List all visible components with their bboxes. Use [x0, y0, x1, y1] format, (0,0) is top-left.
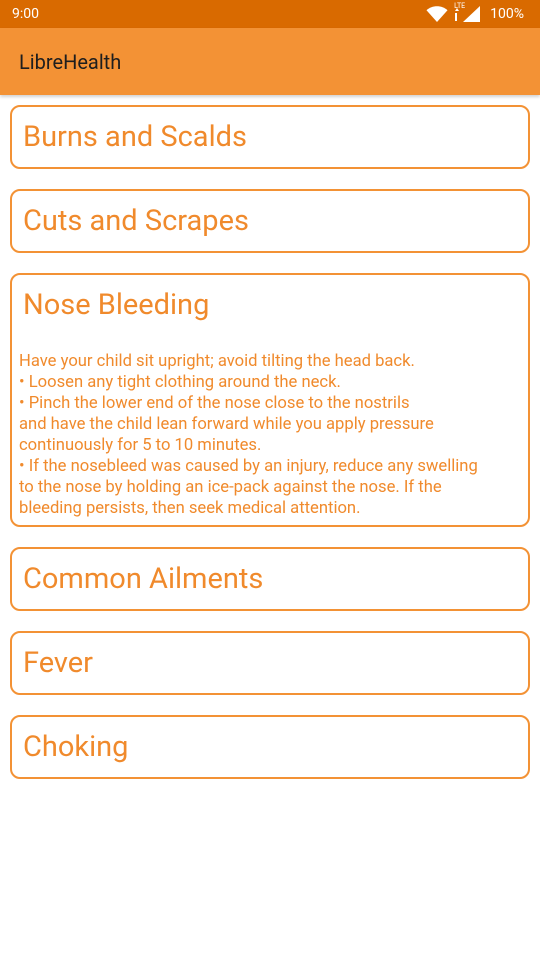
card-body-instructions: Have your child sit upright; avoid tilti…	[19, 351, 524, 519]
instruction-line: • Pinch the lower end of the nose close …	[19, 394, 410, 413]
instruction-line: • If the nosebleed was caused by an inju…	[19, 457, 478, 476]
signal-icon: LTE	[454, 2, 481, 23]
instruction-line: • Loosen any tight clothing around the n…	[19, 373, 341, 392]
status-time: 9:00	[12, 6, 39, 22]
status-icons: LTE 100%	[426, 2, 524, 23]
card-cuts-and-scrapes[interactable]: Cuts and Scrapes	[10, 189, 530, 253]
card-title: Nose Bleeding	[23, 288, 210, 322]
card-fever[interactable]: Fever	[10, 631, 530, 695]
app-bar: LibreHealth	[0, 28, 540, 95]
instruction-line: Have your child sit upright; avoid tilti…	[19, 352, 415, 371]
card-nose-bleeding[interactable]: Nose Bleeding Have your child sit uprigh…	[10, 273, 530, 527]
card-common-ailments[interactable]: Common Ailments	[10, 547, 530, 611]
app-title: LibreHealth	[19, 50, 122, 74]
instruction-line: and have the child lean forward while yo…	[19, 415, 434, 434]
topic-list: Burns and Scalds Cuts and Scrapes Nose B…	[0, 95, 540, 960]
card-title: Burns and Scalds	[23, 120, 247, 154]
card-title: Common Ailments	[23, 562, 264, 596]
card-title: Cuts and Scrapes	[23, 204, 249, 238]
instruction-line: bleeding persists, then seek medical att…	[19, 499, 361, 518]
card-title: Fever	[23, 646, 93, 680]
status-bar: 9:00 LTE 100%	[0, 0, 540, 28]
card-burns-and-scalds[interactable]: Burns and Scalds	[10, 105, 530, 169]
card-choking[interactable]: Choking	[10, 715, 530, 779]
instruction-line: continuously for 5 to 10 minutes.	[19, 436, 262, 455]
wifi-icon	[426, 5, 448, 23]
card-title: Choking	[23, 730, 129, 764]
instruction-line: to the nose by holding an ice-pack again…	[19, 478, 442, 497]
battery-level: 100%	[490, 6, 524, 22]
